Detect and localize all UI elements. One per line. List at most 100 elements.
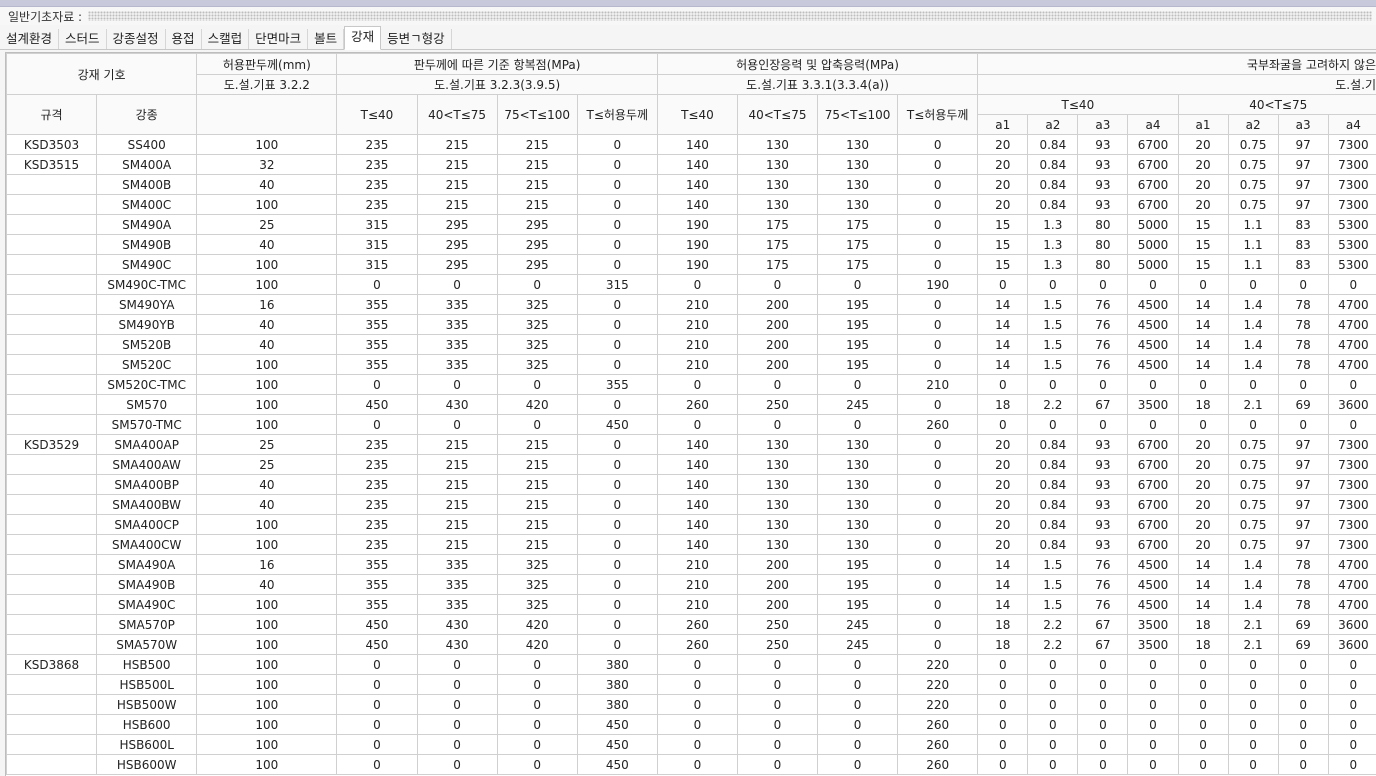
cell-value[interactable]: 6700 [1128, 495, 1178, 515]
cell-value[interactable]: 235 [337, 495, 417, 515]
cell-value[interactable]: 195 [818, 335, 898, 355]
cell-value[interactable]: 7300 [1328, 515, 1376, 535]
cell-value[interactable]: 0 [1228, 755, 1278, 775]
cell-value[interactable]: 0 [1128, 735, 1178, 755]
cell-value[interactable]: 220 [898, 655, 978, 675]
cell-spec[interactable] [7, 295, 97, 315]
tab-3[interactable]: 용접 [166, 29, 202, 49]
cell-value[interactable]: 210 [657, 355, 737, 375]
cell-grade[interactable]: SM400A [97, 155, 197, 175]
cell-value[interactable]: 5000 [1128, 215, 1178, 235]
cell-value[interactable]: 130 [737, 495, 817, 515]
cell-value[interactable]: 97 [1278, 495, 1328, 515]
table-row[interactable]: HSB600W10000045000026000000000 [7, 755, 1376, 775]
cell-value[interactable]: 210 [657, 575, 737, 595]
cell-value[interactable]: 215 [417, 515, 497, 535]
cell-value[interactable]: 0 [1278, 415, 1328, 435]
cell-value[interactable]: 0 [978, 715, 1028, 735]
cell-value[interactable]: 0 [497, 675, 577, 695]
cell-value[interactable]: 0 [737, 375, 817, 395]
cell-value[interactable]: 7300 [1328, 535, 1376, 555]
cell-value[interactable]: 0 [417, 675, 497, 695]
cell-value[interactable]: 0 [577, 215, 657, 235]
table-row[interactable]: HSB60010000045000026000000000 [7, 715, 1376, 735]
cell-value[interactable]: 0 [577, 315, 657, 335]
cell-value[interactable]: 78 [1278, 295, 1328, 315]
tab-5[interactable]: 단면마크 [249, 29, 308, 49]
cell-value[interactable]: 355 [337, 295, 417, 315]
cell-value[interactable]: 1.5 [1028, 595, 1078, 615]
cell-value[interactable]: 100 [197, 755, 337, 775]
cell-value[interactable]: 130 [818, 195, 898, 215]
cell-value[interactable]: 335 [417, 575, 497, 595]
cell-value[interactable]: 2.1 [1228, 615, 1278, 635]
cell-value[interactable]: 6700 [1128, 515, 1178, 535]
cell-value[interactable]: 0.84 [1028, 455, 1078, 475]
cell-value[interactable]: 97 [1278, 175, 1328, 195]
cell-grade[interactable]: SS400 [97, 135, 197, 155]
cell-value[interactable]: 0 [978, 415, 1028, 435]
cell-value[interactable]: 20 [1178, 455, 1228, 475]
cell-value[interactable]: 0 [1278, 755, 1328, 775]
cell-value[interactable]: 0 [1028, 695, 1078, 715]
cell-value[interactable]: 1.5 [1028, 295, 1078, 315]
cell-value[interactable]: 140 [657, 195, 737, 215]
cell-value[interactable]: 450 [337, 615, 417, 635]
cell-value[interactable]: 100 [197, 735, 337, 755]
cell-value[interactable]: 1.1 [1228, 215, 1278, 235]
cell-value[interactable]: 0.84 [1028, 535, 1078, 555]
cell-value[interactable]: 14 [978, 315, 1028, 335]
cell-value[interactable]: 0 [1078, 715, 1128, 735]
cell-value[interactable]: 335 [417, 355, 497, 375]
cell-value[interactable]: 450 [577, 755, 657, 775]
cell-value[interactable]: 325 [497, 295, 577, 315]
cell-value[interactable]: 1.4 [1228, 315, 1278, 335]
cell-value[interactable]: 78 [1278, 595, 1328, 615]
cell-value[interactable]: 175 [737, 235, 817, 255]
table-row[interactable]: HSB500W10000038000022000000000 [7, 695, 1376, 715]
cell-value[interactable]: 100 [197, 675, 337, 695]
cell-value[interactable]: 140 [657, 155, 737, 175]
cell-value[interactable]: 450 [337, 635, 417, 655]
cell-value[interactable]: 100 [197, 275, 337, 295]
cell-spec[interactable] [7, 455, 97, 475]
table-row[interactable]: SM520C-TMC10000035500021000000000 [7, 375, 1376, 395]
cell-value[interactable]: 0 [577, 295, 657, 315]
table-row[interactable]: SM490C-TMC10000031500019000000000 [7, 275, 1376, 295]
cell-value[interactable]: 97 [1278, 535, 1328, 555]
cell-value[interactable]: 7300 [1328, 195, 1376, 215]
cell-value[interactable]: 14 [1178, 355, 1228, 375]
cell-value[interactable]: 97 [1278, 135, 1328, 155]
cell-value[interactable]: 140 [657, 435, 737, 455]
cell-value[interactable]: 130 [737, 475, 817, 495]
cell-value[interactable]: 76 [1078, 555, 1128, 575]
cell-value[interactable]: 20 [1178, 475, 1228, 495]
cell-value[interactable]: 76 [1078, 335, 1128, 355]
cell-value[interactable]: 0 [337, 755, 417, 775]
cell-value[interactable]: 325 [497, 555, 577, 575]
cell-value[interactable]: 100 [197, 655, 337, 675]
table-row[interactable]: KSD3868HSB50010000038000022000000000 [7, 655, 1376, 675]
cell-value[interactable]: 380 [577, 675, 657, 695]
cell-value[interactable]: 0.75 [1228, 155, 1278, 175]
cell-value[interactable]: 93 [1078, 455, 1128, 475]
cell-value[interactable]: 0 [417, 715, 497, 735]
cell-value[interactable]: 5000 [1128, 235, 1178, 255]
cell-value[interactable]: 15 [978, 215, 1028, 235]
cell-value[interactable]: 0 [898, 515, 978, 535]
cell-value[interactable]: 215 [417, 195, 497, 215]
cell-value[interactable]: 3500 [1128, 395, 1178, 415]
cell-grade[interactable]: SMA400BW [97, 495, 197, 515]
cell-value[interactable]: 190 [898, 275, 978, 295]
cell-value[interactable]: 0.84 [1028, 155, 1078, 175]
cell-spec[interactable] [7, 195, 97, 215]
cell-value[interactable]: 325 [497, 315, 577, 335]
cell-spec[interactable] [7, 355, 97, 375]
cell-value[interactable]: 335 [417, 315, 497, 335]
cell-value[interactable]: 100 [197, 535, 337, 555]
cell-value[interactable]: 295 [497, 255, 577, 275]
cell-value[interactable]: 0 [577, 495, 657, 515]
table-row[interactable]: SMA400CW10023521521501401301300200.84936… [7, 535, 1376, 555]
cell-value[interactable]: 20 [1178, 535, 1228, 555]
cell-value[interactable]: 420 [497, 635, 577, 655]
